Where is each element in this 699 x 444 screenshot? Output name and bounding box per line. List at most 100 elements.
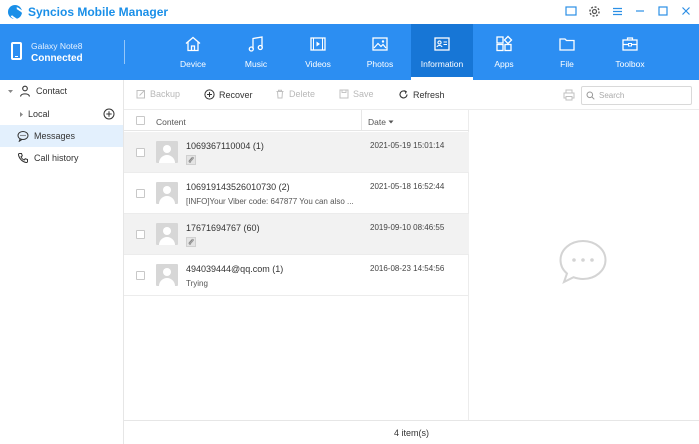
sidebar-item-call-history[interactable]: Call history [0, 147, 123, 169]
app-title: Syncios Mobile Manager [28, 5, 169, 19]
folder-icon [559, 38, 575, 51]
empty-chat-bubble-icon [559, 239, 607, 285]
title-bar: Syncios Mobile Manager [0, 0, 699, 24]
search-input[interactable] [599, 91, 689, 100]
message-date: 2019-09-10 08:46:55 [370, 223, 445, 232]
status-bar: 4 item(s) [124, 420, 699, 444]
refresh-button[interactable]: Refresh [398, 89, 445, 100]
tab-device[interactable]: Device [162, 24, 224, 80]
device-name: Galaxy Note8 [31, 41, 83, 51]
attachment-icon [186, 155, 196, 165]
sidebar-item-messages[interactable]: Messages [0, 125, 123, 147]
message-detail-pane [469, 110, 699, 420]
tab-videos[interactable]: Videos [287, 24, 349, 80]
sort-desc-icon[interactable] [388, 119, 394, 125]
search-icon [586, 91, 595, 100]
message-sender: 106919143526010730 (2) [186, 182, 290, 192]
contact-card-icon [434, 37, 450, 51]
message-list: Content Date 1069367110004 (1) 2021-05-1… [124, 110, 469, 420]
tab-label: Videos [305, 59, 331, 69]
row-checkbox[interactable] [136, 230, 145, 239]
print-icon[interactable] [563, 89, 575, 101]
save-icon [339, 89, 349, 99]
message-row[interactable]: 17671694767 (60) 2019-09-10 08:46:55 [124, 214, 469, 255]
message-row[interactable]: 106919143526010730 (2) [INFO]Your Viber … [124, 173, 469, 214]
action-bar: Backup Recover Delete Save Refresh [124, 80, 699, 110]
toolbox-icon [622, 37, 638, 51]
tab-label: File [560, 59, 574, 69]
syncios-logo-icon [8, 5, 22, 19]
trash-icon [276, 89, 284, 99]
video-icon [310, 37, 326, 51]
close-icon[interactable] [679, 4, 693, 18]
sidebar-item-label: Messages [34, 131, 76, 141]
chevron-down-icon[interactable] [7, 88, 14, 95]
feedback-icon[interactable] [564, 4, 578, 18]
message-icon [17, 131, 29, 142]
tab-photos[interactable]: Photos [349, 24, 411, 80]
attachment-icon [186, 237, 196, 247]
message-sender: 1069367110004 (1) [186, 141, 264, 151]
row-checkbox[interactable] [136, 271, 145, 280]
sidebar-item-contact[interactable]: Contact [0, 80, 123, 102]
music-icon [248, 36, 263, 52]
toolbar-divider [124, 40, 125, 64]
save-button[interactable]: Save [339, 89, 374, 99]
save-label: Save [353, 89, 374, 99]
tab-apps[interactable]: Apps [473, 24, 535, 80]
refresh-icon [399, 90, 408, 99]
backup-button[interactable]: Backup [136, 89, 180, 99]
avatar [156, 182, 178, 204]
backup-label: Backup [150, 89, 181, 99]
message-row[interactable]: 1069367110004 (1) 2021-05-19 15:01:14 [124, 132, 469, 173]
add-circle-icon[interactable] [103, 108, 115, 120]
message-row[interactable]: 494039444@qq.com (1) Trying 2016-08-23 1… [124, 255, 469, 296]
column-header-date[interactable]: Date [368, 117, 386, 127]
refresh-label: Refresh [413, 89, 445, 100]
device-status: Connected [31, 53, 83, 64]
sidebar: Contact Local Messages Call history [0, 80, 124, 444]
message-sender: 494039444@qq.com (1) [186, 264, 284, 274]
minimize-icon[interactable] [633, 4, 647, 18]
device-info[interactable]: Galaxy Note8 Connected [0, 24, 124, 80]
maximize-icon[interactable] [656, 4, 670, 18]
menu-icon[interactable] [610, 4, 624, 18]
message-preview: Trying [186, 279, 208, 288]
message-preview: [INFO]Your Viber code: 647877 You can al… [186, 197, 354, 206]
avatar [156, 223, 178, 245]
tab-toolbox[interactable]: Toolbox [599, 24, 661, 80]
phone-call-icon [17, 153, 28, 164]
photo-icon [372, 37, 388, 51]
column-divider [361, 110, 362, 131]
list-header: Content Date [124, 110, 469, 131]
tab-label: Music [244, 59, 268, 69]
settings-gear-icon[interactable] [587, 4, 601, 18]
backup-icon [136, 90, 145, 99]
tab-label: Apps [494, 59, 514, 69]
tab-music[interactable]: Music [225, 24, 287, 80]
row-checkbox[interactable] [136, 148, 145, 157]
tab-label: Photos [366, 59, 394, 69]
message-date: 2021-05-18 16:52:44 [370, 182, 445, 191]
message-sender: 17671694767 (60) [186, 223, 260, 233]
window-controls [564, 4, 693, 18]
recover-button[interactable]: Recover [204, 89, 253, 100]
add-circle-icon [204, 89, 215, 100]
sidebar-item-local[interactable]: Local [0, 103, 123, 125]
column-header-content[interactable]: Content [156, 117, 186, 127]
search-box[interactable] [581, 86, 692, 105]
row-checkbox[interactable] [136, 189, 145, 198]
avatar [156, 141, 178, 163]
tab-label: Toolbox [615, 59, 645, 69]
main-toolbar: Galaxy Note8 Connected Device Music Vide… [0, 24, 699, 80]
delete-button[interactable]: Delete [275, 89, 315, 99]
avatar [156, 264, 178, 286]
tab-information[interactable]: Information [411, 24, 473, 80]
chevron-right-icon[interactable] [18, 111, 25, 118]
person-icon [19, 85, 31, 97]
apps-icon [496, 35, 513, 52]
delete-label: Delete [289, 89, 316, 99]
tab-file[interactable]: File [536, 24, 598, 80]
phone-icon [11, 42, 22, 60]
select-all-checkbox[interactable] [136, 116, 145, 125]
